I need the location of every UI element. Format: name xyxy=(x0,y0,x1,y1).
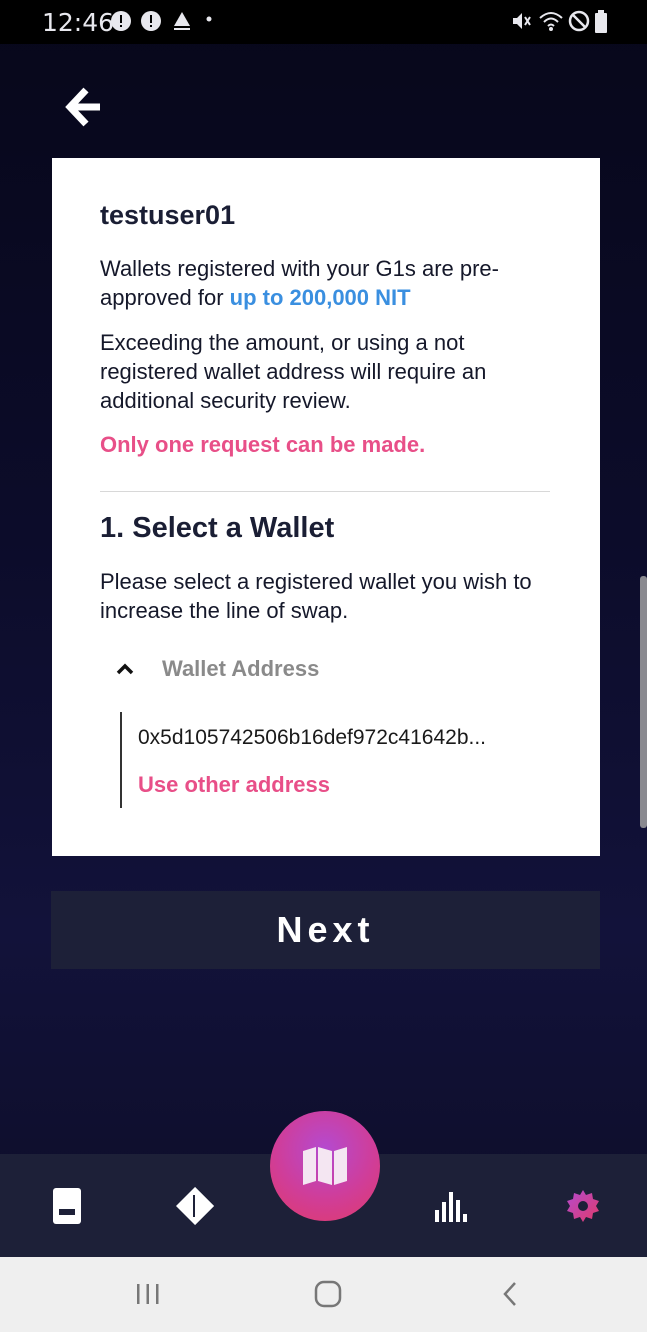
tab-settings[interactable] xyxy=(538,1154,628,1257)
preapproval-text: Wallets registered with your G1s are pre… xyxy=(100,254,540,312)
wallet-list-line xyxy=(120,712,122,808)
recents-button[interactable] xyxy=(118,1271,178,1317)
wallet-address-option[interactable]: 0x5d105742506b16def972c41642b... xyxy=(138,726,486,750)
back-icon xyxy=(503,1282,516,1306)
app-screen: 12:46 testuser01 Wallets registered with… xyxy=(0,0,647,1332)
step-title: 1. Select a Wallet xyxy=(100,512,335,544)
map-fab-button[interactable] xyxy=(270,1111,380,1221)
home-icon xyxy=(314,1280,342,1308)
wallet-card: testuser01 Wallets registered with your … xyxy=(52,158,600,856)
dot-icon xyxy=(206,16,212,22)
use-other-address-link[interactable]: Use other address xyxy=(138,772,330,798)
notification-icon xyxy=(174,12,190,30)
status-time: 12:46 xyxy=(42,8,115,37)
tab-tag[interactable] xyxy=(150,1154,240,1257)
username: testuser01 xyxy=(100,200,236,230)
preapproval-amount: up to 200,000 NIT xyxy=(229,285,411,310)
system-nav-bar xyxy=(0,1257,647,1332)
alert-icon xyxy=(141,11,161,31)
tab-wallet[interactable] xyxy=(22,1154,112,1257)
wifi-icon xyxy=(539,12,563,31)
review-text: Exceeding the amount, or using a not reg… xyxy=(100,330,487,413)
chevron-up-icon[interactable] xyxy=(114,658,136,680)
battery-icon xyxy=(595,10,607,33)
one-request-warning: Only one request can be made. xyxy=(100,432,426,457)
map-icon xyxy=(303,1147,347,1185)
wallet-address-label[interactable]: Wallet Address xyxy=(162,656,319,682)
tab-chart[interactable] xyxy=(408,1154,498,1257)
recents-icon xyxy=(137,1284,159,1304)
settings-gear-icon xyxy=(567,1189,599,1222)
alert-icon xyxy=(111,11,131,31)
dnd-icon xyxy=(568,10,590,32)
tag-icon xyxy=(176,1186,214,1225)
back-arrow-icon[interactable] xyxy=(62,84,108,130)
scrollbar[interactable] xyxy=(640,576,647,828)
system-back-button[interactable] xyxy=(480,1271,540,1317)
mute-icon xyxy=(513,13,531,29)
divider xyxy=(100,491,550,492)
home-button[interactable] xyxy=(298,1271,358,1317)
wallet-icon xyxy=(53,1187,81,1224)
next-button[interactable]: Next xyxy=(51,891,600,969)
status-bar: 12:46 xyxy=(0,0,647,44)
chart-icon xyxy=(435,1191,467,1222)
step-description: Please select a registered wallet you wi… xyxy=(100,569,532,623)
